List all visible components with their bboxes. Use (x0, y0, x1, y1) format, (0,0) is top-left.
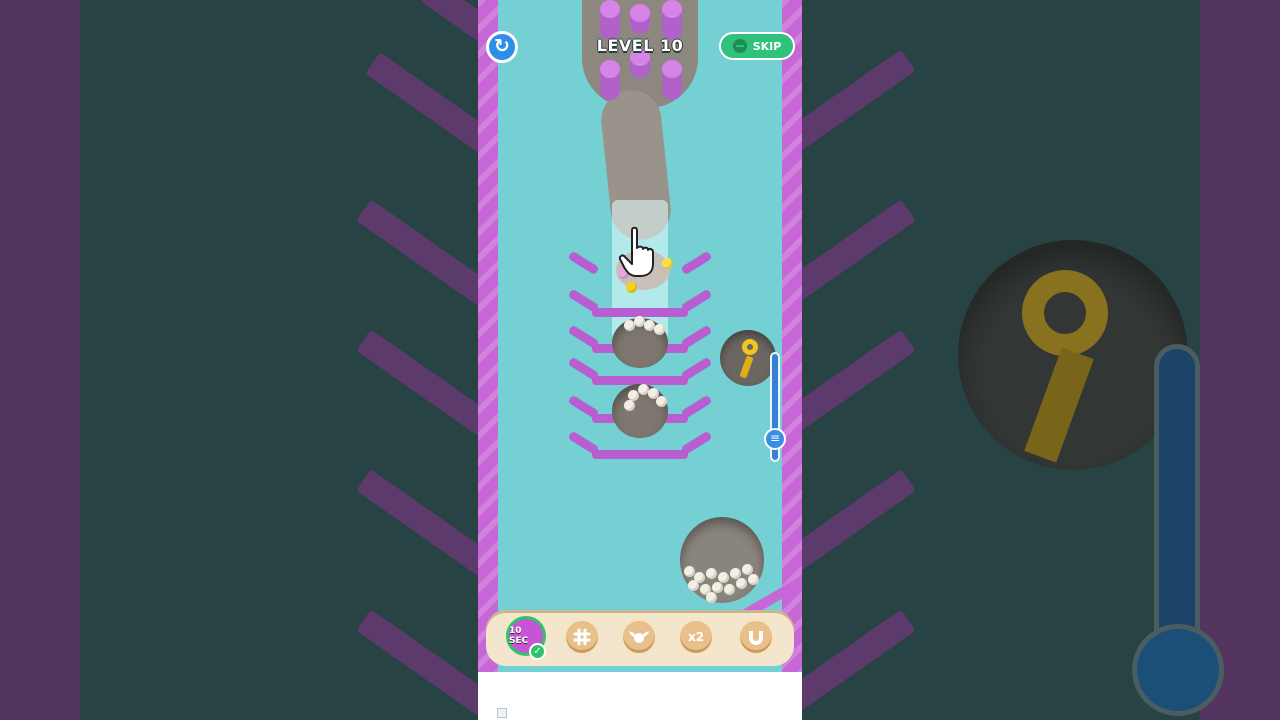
small-square-icon (497, 708, 507, 718)
magnet-booster[interactable] (737, 618, 775, 656)
level-slider-thumb[interactable]: ≡ (764, 428, 786, 450)
bottom-bar (478, 672, 802, 720)
magnet-icon (749, 631, 763, 645)
check-icon: ✓ (529, 643, 546, 660)
peg (600, 0, 620, 40)
wings-icon (629, 631, 649, 643)
background-right (802, 0, 1280, 720)
peg (662, 0, 682, 40)
double-label: x2 (687, 630, 705, 644)
left-wall (478, 0, 498, 672)
skip-button[interactable]: SKIP (719, 32, 795, 60)
pointer-hand-icon (618, 226, 654, 277)
double-booster[interactable]: x2 (677, 618, 715, 656)
peg (630, 4, 650, 34)
wings-booster[interactable] (620, 618, 658, 656)
right-wall (782, 0, 802, 672)
peg (662, 60, 682, 100)
skip-label: SKIP (752, 39, 782, 53)
skip-icon (732, 39, 747, 53)
game-viewport[interactable]: ≡ ↻ LEVEL 10 SKIP 10 SEC ✓ x2 (478, 0, 802, 720)
grid-booster[interactable] (563, 618, 601, 656)
peg (600, 60, 620, 100)
background-left (0, 0, 478, 720)
key-icon (742, 339, 758, 355)
grid-icon (573, 628, 591, 646)
